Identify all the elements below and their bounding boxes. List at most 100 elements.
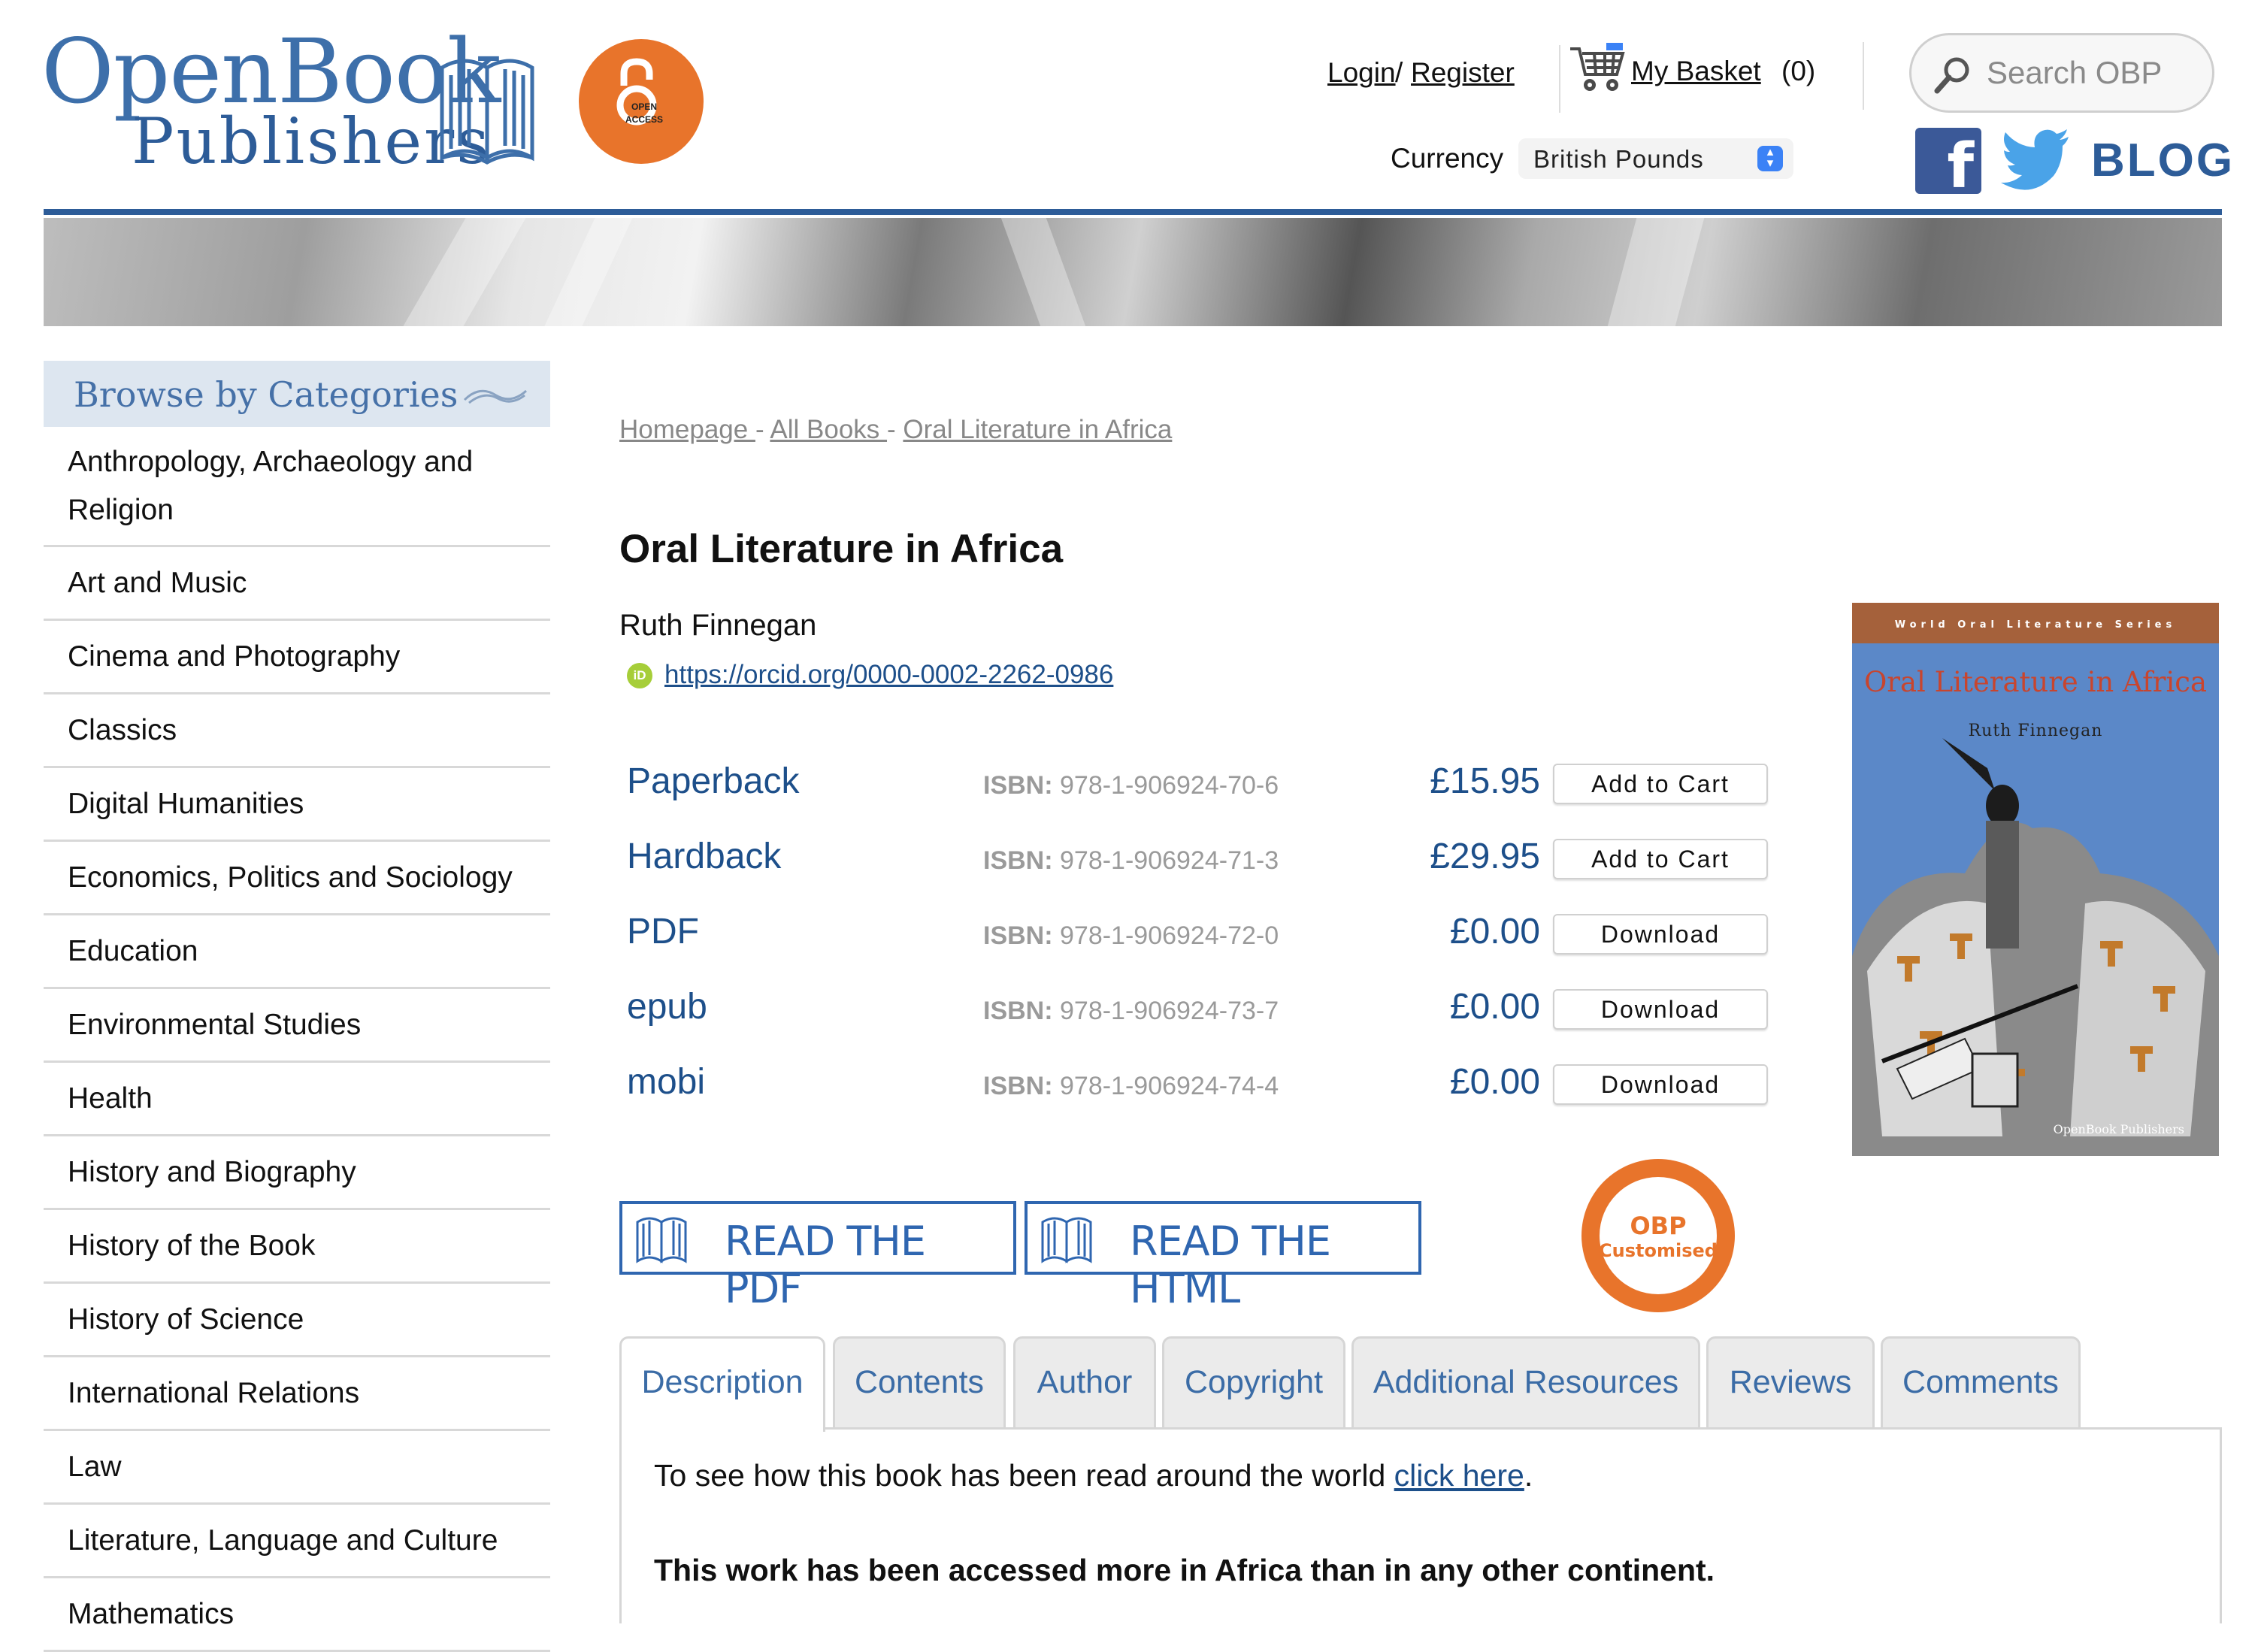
read-html-label: READ THE HTML xyxy=(1130,1218,1331,1312)
tab-panel-description xyxy=(619,1427,2222,1623)
breadcrumb: Homepage - All Books - Oral Literature i… xyxy=(619,415,1172,445)
book-author: Ruth Finnegan xyxy=(619,609,817,642)
open-book-icon xyxy=(1041,1217,1092,1263)
download-button[interactable]: Download xyxy=(1553,1064,1768,1105)
open-book-icon xyxy=(636,1217,687,1263)
format-name[interactable]: Paperback xyxy=(627,761,799,802)
customised-badge-sublabel: Customised xyxy=(1599,1240,1718,1261)
format-price: £15.95 xyxy=(1430,761,1540,801)
sidebar-item-literature[interactable]: Literature, Language and Culture xyxy=(44,1505,550,1578)
format-isbn: ISBN: 978-1-906924-71-3 xyxy=(983,846,1279,875)
currency-selected-value: British Pounds xyxy=(1533,145,1704,173)
format-isbn: ISBN: 978-1-906924-73-7 xyxy=(983,997,1279,1025)
category-sidebar: Browse by Categories Anthropology, Archa… xyxy=(44,361,550,1652)
add-to-cart-button[interactable]: Add to Cart xyxy=(1553,764,1768,804)
description-text: To see how this book has been read aroun… xyxy=(654,1458,1533,1493)
read-pdf-button[interactable]: READ THE PDF xyxy=(619,1201,1016,1312)
cover-publisher-logo: OpenBook Publishers xyxy=(2053,1122,2184,1136)
format-name[interactable]: PDF xyxy=(627,911,699,952)
sidebar-item-history-science[interactable]: History of Science xyxy=(44,1284,550,1357)
sidebar-item-cinema[interactable]: Cinema and Photography xyxy=(44,621,550,694)
breadcrumb-home-link[interactable]: Homepage xyxy=(619,415,755,444)
format-isbn: ISBN: 978-1-906924-74-4 xyxy=(983,1072,1279,1100)
header-rule xyxy=(44,209,2222,215)
click-here-link[interactable]: click here xyxy=(1394,1458,1524,1493)
header-banner-image xyxy=(44,218,2222,326)
sidebar-item-law[interactable]: Law xyxy=(44,1431,550,1505)
format-price: £29.95 xyxy=(1430,837,1540,876)
format-price: £0.00 xyxy=(1449,1062,1540,1102)
twitter-icon[interactable] xyxy=(2001,129,2070,192)
search-input[interactable]: Search OBP xyxy=(1909,33,2214,113)
select-arrows-icon: ▴ ▾ xyxy=(1757,145,1783,171)
orcid-icon: iD xyxy=(627,663,652,688)
search-placeholder: Search OBP xyxy=(1987,55,2163,90)
sidebar-item-environmental[interactable]: Environmental Studies xyxy=(44,989,550,1063)
tab-author[interactable]: Author xyxy=(1013,1336,1156,1430)
cover-author: Ruth Finnegan xyxy=(1968,722,2103,740)
format-name[interactable]: Hardback xyxy=(627,836,781,877)
read-pdf-label: READ THE PDF xyxy=(725,1218,926,1312)
currency-select[interactable]: British Pounds ▴ ▾ xyxy=(1518,138,1793,179)
open-access-label: OPEN ACCESS xyxy=(625,101,664,125)
sidebar-item-international-relations[interactable]: International Relations xyxy=(44,1357,550,1431)
format-price: £0.00 xyxy=(1449,912,1540,952)
basket-count: (0) xyxy=(1781,56,1816,86)
sidebar-item-classics[interactable]: Classics xyxy=(44,694,550,768)
tab-copyright[interactable]: Copyright xyxy=(1162,1336,1345,1430)
sidebar-item-history-book[interactable]: History of the Book xyxy=(44,1210,550,1284)
breadcrumb-separator: - xyxy=(755,415,770,444)
sidebar-item-digital-humanities[interactable]: Digital Humanities xyxy=(44,768,550,842)
cover-title: Oral Literature in Africa xyxy=(1863,666,2208,698)
header-divider xyxy=(1559,45,1560,113)
format-isbn: ISBN: 978-1-906924-72-0 xyxy=(983,921,1279,950)
description-highlight: This work has been accessed more in Afri… xyxy=(654,1553,1715,1587)
tab-reviews[interactable]: Reviews xyxy=(1706,1336,1875,1430)
sidebar-item-mathematics[interactable]: Mathematics xyxy=(44,1578,550,1652)
customised-badge-label: OBP xyxy=(1630,1212,1687,1240)
breadcrumb-current-link[interactable]: Oral Literature in Africa xyxy=(903,415,1172,444)
obp-customised-badge[interactable]: OBP Customised xyxy=(1581,1159,1735,1312)
breadcrumb-separator: - xyxy=(887,415,903,444)
open-access-badge: OPEN ACCESS xyxy=(579,39,704,164)
publisher-logo[interactable]: OpenBook Publishers xyxy=(41,23,501,178)
flourish-icon xyxy=(463,389,528,404)
register-link[interactable]: Register xyxy=(1411,57,1515,89)
tab-comments[interactable]: Comments xyxy=(1881,1336,2081,1430)
login-link[interactable]: Login xyxy=(1327,57,1396,89)
sidebar-item-history-biography[interactable]: History and Biography xyxy=(44,1136,550,1210)
cover-series-label: World Oral Literature Series xyxy=(1852,603,2219,643)
breadcrumb-all-books-link[interactable]: All Books xyxy=(770,415,887,444)
tab-additional-resources[interactable]: Additional Resources xyxy=(1351,1336,1700,1430)
format-price: £0.00 xyxy=(1449,987,1540,1027)
tab-description[interactable]: Description xyxy=(619,1336,825,1432)
cover-artwork xyxy=(1852,738,2219,1156)
orcid-link[interactable]: https://orcid.org/0000-0002-2262-0986 xyxy=(664,660,1113,690)
add-to-cart-button[interactable]: Add to Cart xyxy=(1553,839,1768,879)
download-button[interactable]: Download xyxy=(1553,989,1768,1030)
tab-contents[interactable]: Contents xyxy=(833,1336,1006,1430)
sidebar-item-health[interactable]: Health xyxy=(44,1063,550,1136)
format-name[interactable]: epub xyxy=(627,986,707,1027)
search-icon xyxy=(1934,57,1969,94)
my-basket-link[interactable]: My Basket xyxy=(1631,56,1761,87)
page-title: Oral Literature in Africa xyxy=(619,527,1064,571)
format-isbn: ISBN: 978-1-906924-70-6 xyxy=(983,771,1279,800)
facebook-icon[interactable]: f xyxy=(1915,128,1981,194)
currency-label: Currency xyxy=(1391,143,1504,174)
open-book-logo-icon xyxy=(440,59,534,165)
sidebar-item-anthropology[interactable]: Anthropology, Archaeology and Religion xyxy=(44,427,550,547)
blog-link[interactable]: BLOG xyxy=(2091,134,2235,187)
login-separator: / xyxy=(1395,57,1403,88)
format-name[interactable]: mobi xyxy=(627,1061,705,1103)
download-button[interactable]: Download xyxy=(1553,914,1768,955)
book-cover-image[interactable]: World Oral Literature Series Oral Litera… xyxy=(1852,603,2219,1156)
shopping-basket-icon[interactable] xyxy=(1567,41,1627,98)
sidebar-header: Browse by Categories xyxy=(44,361,550,427)
read-html-button[interactable]: READ THE HTML xyxy=(1025,1201,1421,1312)
sidebar-item-economics[interactable]: Economics, Politics and Sociology xyxy=(44,842,550,915)
sidebar-item-education[interactable]: Education xyxy=(44,915,550,989)
sidebar-item-art-music[interactable]: Art and Music xyxy=(44,547,550,621)
sidebar-title: Browse by Categories xyxy=(74,374,459,415)
header-divider xyxy=(1863,42,1864,110)
